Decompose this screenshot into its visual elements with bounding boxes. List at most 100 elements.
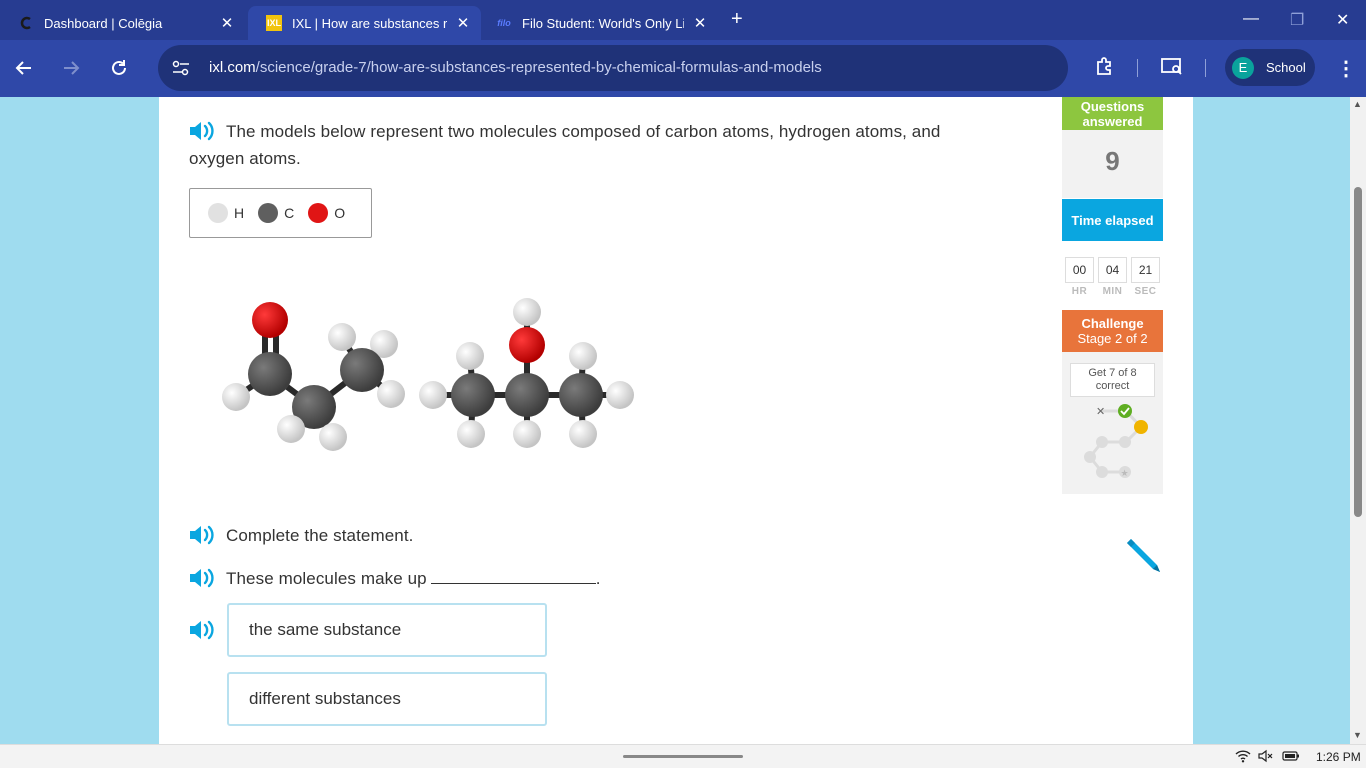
system-taskbar: 1:26 PM [0, 744, 1366, 768]
home-handle[interactable] [623, 755, 743, 758]
timer-minutes-label: MIN [1102, 286, 1123, 297]
challenge-goal: Get 7 of 8 correct [1070, 363, 1155, 397]
carbon-atom [559, 373, 603, 417]
timer-hours: 00 [1065, 257, 1094, 283]
challenge-progress-path: ✕ ★ [1084, 404, 1148, 479]
hydrogen-atom [222, 383, 250, 411]
page-scrollbar[interactable]: ▲ ▼ [1350, 97, 1366, 744]
scroll-up-arrow-icon[interactable]: ▲ [1353, 99, 1362, 109]
close-icon[interactable]: ✕ [455, 14, 471, 32]
hydrogen-atom [328, 323, 356, 351]
hydrogen-atom [277, 415, 305, 443]
audio-speaker-icon[interactable] [188, 567, 216, 589]
tab-dashboard[interactable]: Dashboard | Colēgia ✕ [0, 6, 245, 40]
cast-search-icon[interactable] [1160, 56, 1184, 81]
choice-label: the same substance [249, 620, 402, 639]
profile-button[interactable]: E School [1225, 49, 1315, 86]
answer-blank [430, 568, 596, 584]
oxygen-atom [509, 327, 545, 363]
statement-text: These molecules make up. [226, 565, 601, 592]
audio-speaker-icon[interactable] [188, 619, 216, 641]
hydrogen-atom [377, 380, 405, 408]
hydrogen-atom [569, 420, 597, 448]
step-dot [1096, 466, 1108, 478]
carbon-atom [451, 373, 495, 417]
choice-different-substances[interactable]: different substances [227, 672, 547, 726]
choice-label: different substances [249, 689, 401, 708]
instruction-text: Complete the statement. [226, 526, 414, 545]
hydrogen-atom [456, 342, 484, 370]
hydrogen-atom [319, 423, 347, 451]
timer-hours-label: HR [1071, 286, 1088, 297]
legend-label: C [284, 205, 295, 221]
browser-toolbar: ixl.com/science/grade-7/how-are-substanc… [0, 40, 1366, 97]
restore-icon[interactable]: ❐ [1290, 10, 1304, 30]
step-dot [1096, 436, 1108, 448]
legend-label: H [234, 205, 245, 221]
window-close-icon[interactable]: ✕ [1336, 10, 1349, 30]
timer-fields: 00 04 21 HR MIN SEC [1064, 97, 1162, 307]
challenge-stage: Stage 2 of 2 [1077, 331, 1148, 346]
back-arrow-icon[interactable] [10, 54, 38, 82]
ixl-favicon-icon: IXL [266, 15, 282, 31]
ixl-practice-page: The models below represent two molecules… [159, 97, 1193, 744]
address-bar[interactable]: ixl.com/science/grade-7/how-are-substanc… [158, 45, 1068, 91]
extensions-puzzle-icon[interactable] [1095, 56, 1115, 81]
scroll-thumb[interactable] [1354, 187, 1362, 517]
tab-filo[interactable]: filo Filo Student: World's Only Li ✕ [478, 6, 718, 40]
statement-prefix: These molecules make up [226, 569, 427, 588]
legend-item-oxygen: O [308, 203, 345, 223]
minimize-icon[interactable]: — [1243, 10, 1259, 28]
hydrogen-atom [606, 381, 634, 409]
timer-seconds-label: SEC [1134, 286, 1157, 297]
challenge-title: Challenge [1081, 316, 1144, 331]
hydrogen-atom [569, 342, 597, 370]
filo-favicon-icon: filo [497, 18, 511, 28]
site-settings-icon[interactable] [172, 60, 190, 76]
tab-ixl[interactable]: IXL IXL | How are substances rep ✕ [248, 6, 481, 40]
legend-item-hydrogen: H [208, 203, 244, 223]
molecule-models [222, 298, 634, 451]
system-clock[interactable]: 1:26 PM [1316, 750, 1361, 764]
carbon-atom [505, 373, 549, 417]
toolbar-divider [1205, 59, 1206, 77]
wifi-icon[interactable] [1235, 749, 1251, 766]
timer-seconds: 21 [1131, 257, 1160, 283]
hydrogen-dot-icon [208, 203, 228, 223]
svg-text:★: ★ [1121, 469, 1129, 479]
forward-arrow-icon[interactable] [57, 54, 85, 82]
reload-icon[interactable] [105, 54, 133, 82]
hydrogen-atom [419, 381, 447, 409]
url-path: /science/grade-7/how-are-substances-repr… [255, 59, 822, 76]
scroll-down-arrow-icon[interactable]: ▼ [1353, 730, 1362, 740]
molecule-b [419, 298, 634, 448]
tab-title: Dashboard | Colēgia [44, 15, 163, 31]
profile-name: School [1266, 60, 1306, 75]
battery-icon[interactable] [1282, 749, 1300, 766]
audio-speaker-icon[interactable] [188, 524, 216, 546]
check-icon [1118, 404, 1132, 418]
close-icon[interactable]: ✕ [692, 14, 708, 32]
close-icon[interactable]: ✕ [219, 14, 235, 32]
new-tab-plus-icon[interactable]: + [731, 8, 743, 31]
choice-same-substance[interactable]: the same substance [227, 603, 547, 657]
challenge-box: Get 7 of 8 correct ✕ ★ [1062, 352, 1163, 494]
challenge-header: Challenge Stage 2 of 2 [1062, 310, 1163, 352]
tab-title: Filo Student: World's Only Li [522, 15, 684, 31]
carbon-dot-icon [258, 203, 279, 223]
url-text[interactable]: ixl.com/science/grade-7/how-are-substanc… [209, 59, 822, 76]
oxygen-dot-icon [308, 203, 329, 223]
carbon-atom [340, 348, 384, 392]
carbon-atom [248, 352, 292, 396]
menu-kebab-icon[interactable]: ⋮ [1336, 56, 1356, 81]
statement-end: . [595, 569, 601, 588]
svg-text:✕: ✕ [1096, 405, 1105, 418]
muted-speaker-icon[interactable] [1258, 749, 1274, 766]
step-dot [1084, 451, 1096, 463]
atom-legend: H C O [189, 188, 372, 238]
avatar: E [1232, 56, 1254, 79]
colegia-favicon-icon [18, 15, 34, 31]
scratchpad-pencil-icon[interactable] [1126, 535, 1162, 573]
url-host: ixl.com [209, 59, 256, 76]
step-dot [1119, 436, 1131, 448]
